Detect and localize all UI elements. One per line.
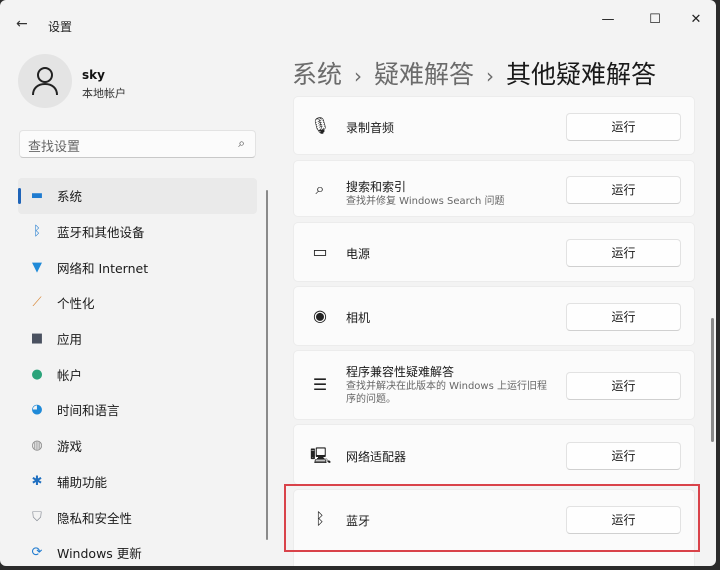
search-icon: ⌕ — [238, 136, 245, 150]
close-button[interactable]: ✕ — [676, 12, 716, 27]
maximize-button[interactable]: ☐ — [635, 12, 675, 27]
accessibility-icon: ✱ — [31, 473, 43, 489]
troubleshooter-title: 录制音频 — [346, 120, 395, 135]
sidebar-nav: ▬ 系统 ᛒ 蓝牙和其他设备 ▼ 网络和 Internet ⟋ 个性化 ■ 应用 ● 帐户 ◕ 时间和语言… — [18, 178, 257, 566]
chevron-right-icon: › — [354, 64, 363, 88]
monitor-icon: ▬ — [30, 188, 44, 204]
run-button[interactable]: 运行 — [566, 175, 681, 204]
sidebar-item-3[interactable]: ⟋ 个性化 — [18, 285, 257, 321]
sidebar-scrollbar[interactable] — [266, 190, 268, 540]
settings-window: ← 设置 — ☐ ✕ sky 本地帐户 查找设置 ⌕ ▬ 系统 ᛒ 蓝牙和其他设备 ▼ 网… — [0, 0, 716, 566]
person-icon — [32, 67, 58, 96]
title-bar: ← 设置 — ☐ ✕ — [0, 8, 716, 42]
sidebar-item-10[interactable]: ⟳ Windows 更新 — [18, 535, 257, 566]
troubleshooter-title: 蓝牙 — [346, 514, 371, 528]
main-scrollbar[interactable] — [711, 318, 714, 442]
globe-clock-icon: ◕ — [31, 402, 43, 418]
sidebar-item-8[interactable]: ✱ 辅助功能 — [18, 464, 257, 500]
troubleshooter-card: ◉ 相机 运行 — [293, 286, 695, 346]
run-button[interactable]: 运行 — [566, 441, 681, 470]
bluetooth-icon: ᛒ — [315, 509, 325, 528]
run-button[interactable]: 运行 — [566, 372, 681, 400]
sidebar-item-label: 系统 — [57, 189, 83, 205]
wifi-icon: ▼ — [32, 259, 42, 275]
sidebar-item-label: 帐户 — [57, 367, 83, 383]
breadcrumb-troubleshoot[interactable]: 疑难解答 — [374, 60, 474, 89]
sidebar-item-7[interactable]: ◍ 游戏 — [18, 428, 257, 464]
bluetooth-icon: ᛒ — [33, 224, 41, 240]
troubleshooter-card: ▭ 电源 运行 — [293, 222, 695, 282]
search-placeholder: 查找设置 — [28, 140, 81, 155]
gamepad-icon: ◍ — [31, 438, 43, 454]
sidebar-item-label: 辅助功能 — [57, 474, 108, 490]
minimize-button[interactable]: — — [588, 12, 628, 27]
search-input[interactable]: 查找设置 ⌕ — [19, 130, 256, 158]
troubleshooter-desc: 查找并解决在此版本的 Windows 上运行旧程序的问题。 — [346, 381, 547, 405]
sidebar-item-4[interactable]: ■ 应用 — [18, 321, 257, 357]
sidebar-item-label: 网络和 Internet — [57, 260, 149, 276]
troubleshooter-card: ᛒ 蓝牙 运行 — [293, 489, 695, 566]
chevron-right-icon: › — [486, 64, 495, 88]
sidebar-item-label: Windows 更新 — [57, 546, 142, 562]
troubleshooter-title: 网络适配器 — [346, 449, 407, 464]
sidebar-item-label: 应用 — [57, 332, 83, 348]
sidebar-item-2[interactable]: ▼ 网络和 Internet — [18, 249, 257, 285]
camera-icon: ◉ — [313, 306, 327, 325]
run-button[interactable]: 运行 — [566, 112, 681, 141]
back-button[interactable]: ← — [16, 16, 28, 32]
sidebar-item-0[interactable]: ▬ 系统 — [18, 178, 257, 214]
app-title: 设置 — [48, 20, 73, 34]
microphone-icon: 🎙︎ — [310, 115, 331, 135]
sidebar-item-6[interactable]: ◕ 时间和语言 — [18, 392, 257, 428]
breadcrumb-current: 其他疑难解答 — [506, 60, 657, 89]
troubleshooter-card: ⌕ 搜索和索引查找并修复 Windows Search 问题 运行 — [293, 160, 695, 217]
troubleshooter-title: 程序兼容性疑难解答 — [346, 365, 455, 379]
sidebar-item-label: 个性化 — [57, 296, 95, 312]
network-adapter-icon: 🖳 — [310, 445, 332, 465]
user-name: sky — [82, 68, 105, 82]
person-icon: ● — [31, 366, 43, 382]
troubleshooter-title: 电源 — [346, 247, 371, 261]
avatar[interactable] — [18, 54, 72, 108]
sidebar-item-label: 游戏 — [57, 439, 83, 455]
brush-icon: ⟋ — [32, 295, 42, 311]
search-icon: ⌕ — [315, 178, 325, 198]
sidebar-item-label: 蓝牙和其他设备 — [57, 225, 145, 241]
sidebar-item-9[interactable]: ⛉ 隐私和安全性 — [18, 499, 257, 535]
troubleshooter-title: 相机 — [346, 311, 371, 325]
list-icon: ☰ — [312, 375, 328, 394]
sidebar-item-1[interactable]: ᛒ 蓝牙和其他设备 — [18, 214, 257, 250]
sidebar-item-label: 时间和语言 — [57, 403, 120, 419]
troubleshooter-card: 🎙︎ 录制音频 运行 — [293, 96, 695, 155]
troubleshooter-card: 🖳 网络适配器 运行 — [293, 424, 695, 485]
breadcrumb: 系统 › 疑难解答 › 其他疑难解答 — [292, 55, 656, 91]
account-type: 本地帐户 — [82, 87, 126, 100]
troubleshooter-title: 搜索和索引 — [346, 180, 407, 194]
sidebar-item-label: 隐私和安全性 — [57, 510, 133, 526]
run-button[interactable]: 运行 — [566, 239, 681, 267]
sidebar-item-5[interactable]: ● 帐户 — [18, 356, 257, 392]
shield-icon: ⛉ — [32, 509, 42, 525]
battery-icon: ▭ — [312, 242, 328, 261]
troubleshooter-desc: 查找并修复 Windows Search 问题 — [346, 196, 505, 207]
update-icon: ⟳ — [31, 545, 43, 561]
run-button[interactable]: 运行 — [566, 506, 681, 534]
apps-icon: ■ — [30, 331, 44, 347]
breadcrumb-system[interactable]: 系统 — [292, 60, 342, 89]
run-button[interactable]: 运行 — [566, 303, 681, 331]
troubleshooter-card: ☰ 程序兼容性疑难解答查找并解决在此版本的 Windows 上运行旧程序的问题。… — [293, 350, 695, 420]
